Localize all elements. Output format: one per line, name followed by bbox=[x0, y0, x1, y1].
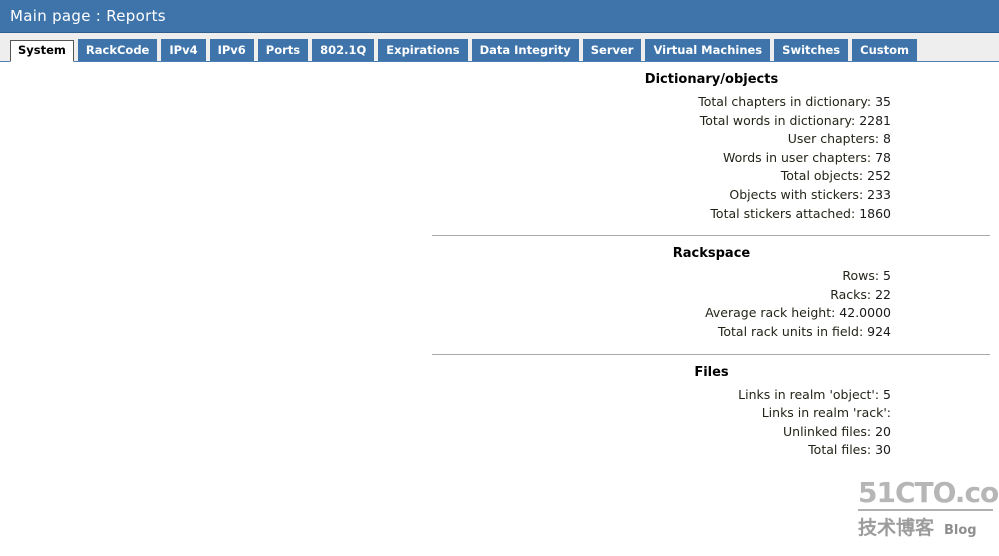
report-section: Rackspace Rows: 5 Racks: 22 Average rack he… bbox=[0, 236, 999, 341]
stat-label: Total objects: bbox=[780, 168, 864, 184]
tab-data-integrity[interactable]: Data Integrity bbox=[471, 39, 579, 61]
stat-value: 1860 bbox=[859, 205, 891, 221]
tab-label: IPv6 bbox=[217, 42, 246, 57]
stat-row: Rows: 5 bbox=[0, 267, 999, 286]
stat-label: Unlinked files: bbox=[783, 423, 872, 439]
stat-row: Total rack units in field: 924 bbox=[0, 323, 999, 342]
section-title: Files bbox=[694, 364, 729, 380]
section-title: Rackspace bbox=[672, 246, 751, 262]
stat-row: Links in realm 'rack': bbox=[0, 404, 999, 423]
tab-bar: System RackCode IPv4 IPv6 Ports 802.1Q Expirat… bbox=[0, 33, 999, 62]
stat-value: 233 bbox=[867, 186, 891, 202]
section-title: Dictionary/objects bbox=[644, 72, 779, 87]
watermark-chinese-text: 技术博客 bbox=[858, 517, 935, 539]
stat-row: Objects with stickers: 233 bbox=[0, 186, 999, 205]
stat-row: Total files: 30 bbox=[0, 441, 999, 460]
stat-row: Unlinked files: 20 bbox=[0, 423, 999, 442]
watermark-blog-text: Blog bbox=[944, 523, 977, 538]
stat-label: Objects with stickers: bbox=[729, 186, 864, 202]
stat-row: Words in user chapters: 78 bbox=[0, 149, 999, 168]
stat-label: Total stickers attached: bbox=[710, 205, 856, 221]
stat-label: Links in realm 'object': bbox=[738, 386, 880, 402]
tab-server[interactable]: Server bbox=[582, 39, 642, 61]
stat-label: Average rack height: bbox=[705, 305, 836, 321]
tab-custom[interactable]: Custom bbox=[852, 39, 918, 61]
tab-label: Data Integrity bbox=[479, 42, 571, 57]
tab-system[interactable]: System bbox=[10, 40, 74, 62]
stat-value: 78 bbox=[875, 149, 891, 165]
stat-value: 2281 bbox=[859, 112, 891, 128]
reports-content: Dictionary/objects Total chapters in dict… bbox=[0, 62, 999, 460]
stat-row: User chapters: 8 bbox=[0, 130, 999, 149]
stat-value: 22 bbox=[875, 286, 891, 302]
tab-label: RackCode bbox=[85, 42, 150, 57]
stat-value: 5 bbox=[883, 268, 891, 284]
stat-value: 8 bbox=[883, 131, 891, 147]
stat-value: 252 bbox=[867, 168, 891, 184]
stat-label: Racks: bbox=[830, 286, 872, 302]
stat-value: 5 bbox=[883, 386, 891, 402]
stat-row: Racks: 22 bbox=[0, 286, 999, 305]
stat-label: Rows: bbox=[842, 268, 880, 284]
report-section: Files Links in realm 'object': 5 Links in … bbox=[0, 355, 999, 460]
tab-ipv6[interactable]: IPv6 bbox=[209, 39, 254, 61]
tab-rackcode[interactable]: RackCode bbox=[77, 39, 158, 61]
stat-label: User chapters: bbox=[787, 131, 880, 147]
stat-label: Total chapters in dictionary: bbox=[698, 94, 872, 109]
tab-ipv4[interactable]: IPv4 bbox=[161, 39, 206, 61]
stat-label: Links in realm 'rack': bbox=[761, 405, 891, 421]
tab-802-1q[interactable]: 802.1Q bbox=[312, 39, 375, 61]
stat-value: 20 bbox=[875, 423, 891, 439]
tab-ports[interactable]: Ports bbox=[257, 39, 309, 61]
stat-label: Total files: bbox=[808, 442, 872, 458]
watermark-main-text: 51CTO.com bbox=[858, 476, 999, 509]
stats-list: Rows: 5 Racks: 22 Average rack height: 42.… bbox=[0, 267, 999, 341]
stat-label: Total rack units in field: bbox=[717, 323, 864, 339]
stats-list: Total chapters in dictionary: 35 Total wo… bbox=[0, 93, 999, 223]
watermark-51cto: 51CTO.com 技术博客 Blog bbox=[858, 478, 999, 540]
stat-label: Total words in dictionary: bbox=[699, 112, 856, 128]
page-header: Main page : Reports bbox=[0, 0, 999, 33]
page-title: Main page : Reports bbox=[10, 7, 166, 25]
tab-switches[interactable]: Switches bbox=[774, 39, 849, 61]
watermark-rule bbox=[858, 509, 993, 511]
tab-label: System bbox=[18, 43, 66, 58]
tab-label: Expirations bbox=[386, 42, 460, 57]
stat-row: Links in realm 'object': 5 bbox=[0, 386, 999, 405]
stat-value: 924 bbox=[867, 323, 891, 339]
tab-label: Custom bbox=[860, 42, 910, 57]
stat-row: Total stickers attached: 1860 bbox=[0, 205, 999, 224]
stat-row: Total objects: 252 bbox=[0, 167, 999, 186]
stat-row: Total words in dictionary: 2281 bbox=[0, 112, 999, 131]
tab-label: IPv4 bbox=[169, 42, 198, 57]
stat-value: 42.0000 bbox=[839, 305, 891, 321]
stat-row: Average rack height: 42.0000 bbox=[0, 304, 999, 323]
stats-list: Links in realm 'object': 5 Links in realm… bbox=[0, 386, 999, 460]
tab-label: 802.1Q bbox=[320, 42, 367, 57]
tab-label: Virtual Machines bbox=[653, 42, 763, 57]
tab-label: Switches bbox=[782, 42, 841, 57]
tab-expirations[interactable]: Expirations bbox=[378, 39, 468, 61]
tab-label: Ports bbox=[265, 42, 301, 57]
report-section: Dictionary/objects Total chapters in dict… bbox=[0, 62, 999, 223]
tab-virtual-machines[interactable]: Virtual Machines bbox=[645, 39, 771, 61]
stat-row: Total chapters in dictionary: 35 bbox=[0, 93, 999, 112]
stat-value: 35 bbox=[875, 94, 891, 109]
tab-label: Server bbox=[590, 42, 634, 57]
watermark-subtitle: 技术博客 Blog bbox=[858, 513, 999, 540]
stat-label: Words in user chapters: bbox=[723, 149, 872, 165]
stat-value: 30 bbox=[875, 442, 891, 458]
